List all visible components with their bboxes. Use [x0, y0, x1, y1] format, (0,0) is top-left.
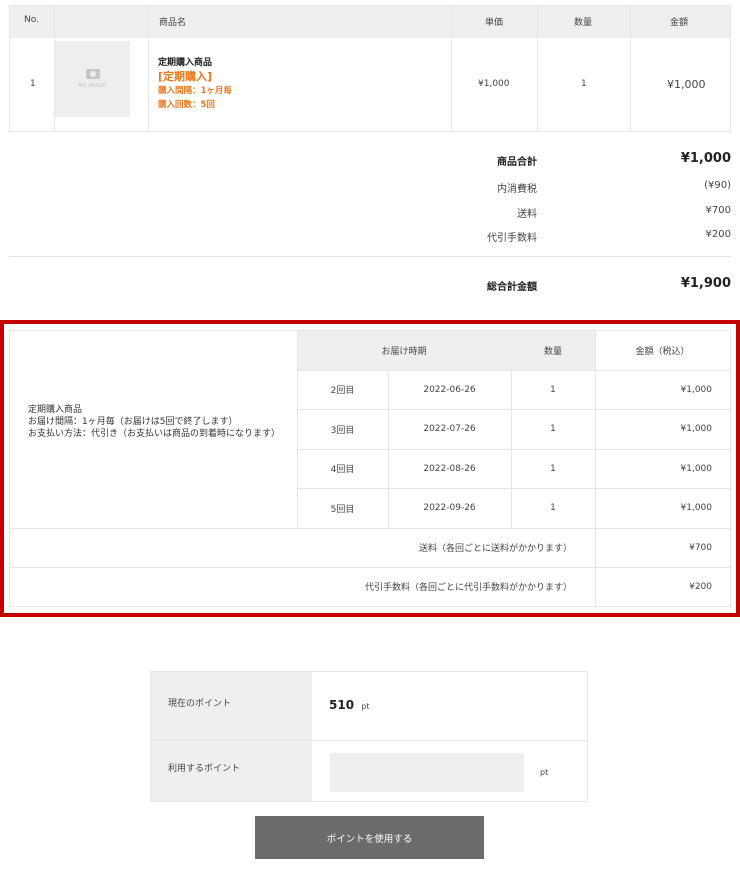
totals-divider — [9, 256, 731, 257]
cod-fee-row: 代引手数料 ¥200 — [400, 229, 731, 249]
schedule-cod-label: 代引手数料（各回ごとに代引手数料がかかります） — [364, 583, 572, 593]
schedule-date: 2022-08-26 — [423, 463, 476, 474]
grand-total-row: 総合計金額 ¥1,900 — [400, 276, 731, 298]
grand-total-label: 総合計金額 — [487, 282, 537, 293]
use-points-unit: pt — [540, 768, 549, 777]
header-amount: 金額 — [670, 18, 689, 28]
shipping-label: 送料 — [517, 209, 537, 220]
schedule-round: 5回目 — [330, 504, 355, 515]
desc-product: 定期購入商品 — [28, 405, 83, 415]
tax-row: 内消費税 (¥90) — [400, 180, 731, 200]
schedule-date: 2022-06-26 — [423, 384, 476, 395]
current-points-label: 現在のポイント — [151, 672, 312, 740]
desc-interval: お届け間隔：1ヶ月毎（お届けは5回で終了します） — [28, 417, 238, 427]
schedule-quantity: 1 — [550, 384, 556, 395]
header-no: No. — [24, 15, 39, 25]
tax-label: 内消費税 — [497, 184, 537, 195]
subscription-tag: [定期購入] — [158, 70, 213, 83]
header-product-name: 商品名 — [159, 18, 187, 28]
subtotal-label: 商品合計 — [497, 157, 537, 168]
shipping-row: 送料 ¥700 — [400, 205, 731, 225]
schedule-round: 4回目 — [330, 465, 355, 475]
subscription-description: 定期購入商品 お届け間隔：1ヶ月毎（お届けは5回で終了します） お支払い方法：代… — [28, 404, 281, 440]
schedule-round: 3回目 — [330, 425, 355, 436]
use-points-label: 利用するポイント — [151, 741, 312, 801]
purchase-count: 購入回数：5回 — [158, 100, 215, 110]
tax-value: (¥90) — [704, 180, 731, 191]
purchase-interval: 購入間隔：1ヶ月毎 — [158, 86, 232, 96]
product-name[interactable]: 定期購入商品 — [158, 56, 232, 70]
delivery-schedule-table: お届け時期 数量 金額（税込） 定期購入商品 お届け間隔：1ヶ月毎（お届けは5回… — [9, 330, 731, 607]
header-unit-price: 単価 — [485, 18, 504, 28]
points-table: 現在のポイント 利用するポイント 510 pt pt — [150, 671, 588, 802]
header-delivery-timing: お届け時期 — [381, 347, 427, 357]
schedule-amount: ¥1,000 — [680, 503, 713, 513]
use-points-button[interactable]: ポイントを使用する — [255, 816, 484, 859]
item-amount: ¥1,000 — [667, 78, 706, 91]
use-points-input[interactable] — [330, 753, 524, 792]
subtotal-row: 商品合計 ¥1,000 — [400, 151, 731, 173]
schedule-shipping-label: 送料（各回ごとに送料がかかります） — [418, 544, 572, 554]
cod-fee-label: 代引手数料 — [487, 233, 537, 244]
schedule-date: 2022-09-26 — [423, 503, 476, 513]
schedule-quantity: 1 — [550, 463, 556, 474]
current-points-value: 510 pt — [329, 698, 370, 712]
schedule-date: 2022-07-26 — [423, 424, 476, 434]
cod-fee-value: ¥200 — [705, 229, 731, 240]
item-quantity: 1 — [581, 79, 587, 89]
no-image-text: NO IMAGE — [78, 83, 107, 89]
schedule-amount: ¥1,000 — [680, 424, 713, 434]
schedule-amount: ¥1,000 — [680, 384, 713, 395]
shipping-value: ¥700 — [705, 205, 731, 216]
schedule-round: 2回目 — [330, 386, 355, 396]
header-schedule-quantity: 数量 — [543, 347, 562, 357]
schedule-shipping-value: ¥700 — [689, 542, 712, 553]
desc-payment: お支払い方法：代引き（お支払いは商品の到着時になります） — [28, 429, 281, 439]
product-info: 定期購入商品 [定期購入] 購入間隔：1ヶ月毎 購入回数：5回 — [158, 56, 232, 112]
item-no: 1 — [30, 79, 36, 89]
camera-icon — [85, 69, 100, 79]
grand-total-value: ¥1,900 — [680, 276, 731, 291]
cart-header-row — [10, 6, 730, 38]
header-quantity: 数量 — [574, 18, 593, 28]
schedule-quantity: 1 — [550, 424, 556, 434]
schedule-cod-value: ¥200 — [689, 581, 712, 592]
item-unit-price: ¥1,000 — [478, 79, 510, 89]
header-amount-tax-incl: 金額（税込） — [635, 347, 690, 357]
subtotal-value: ¥1,000 — [680, 151, 731, 166]
schedule-amount: ¥1,000 — [680, 463, 713, 474]
product-image-placeholder[interactable]: NO IMAGE — [55, 41, 130, 117]
schedule-quantity: 1 — [550, 503, 556, 513]
